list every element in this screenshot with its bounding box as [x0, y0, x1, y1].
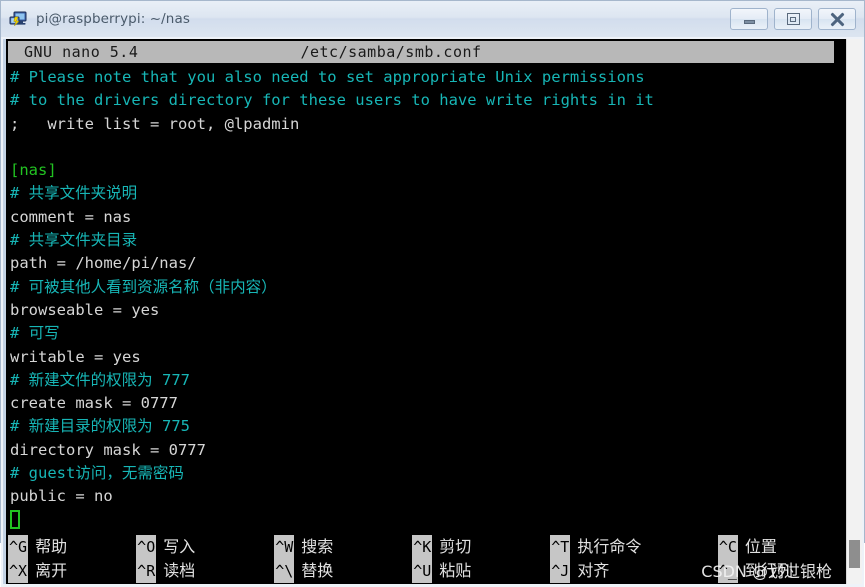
shortcut-label: 执行命令 — [577, 536, 642, 556]
shortcut-row[interactable]: ^\ 替换 — [274, 558, 412, 583]
shortcut-key: ^C — [717, 534, 738, 559]
shortcut-key: ^G — [8, 534, 29, 559]
window-client-area: GNU nano 5.4 /etc/samba/smb.conf # Pleas… — [1, 37, 864, 587]
shortcut-label: 离开 — [35, 560, 68, 580]
shortcut-label: 帮助 — [35, 536, 68, 556]
editor-line: ; write list = root, @lpadmin — [10, 114, 300, 133]
shortcut-row[interactable]: ^U 粘贴 — [412, 558, 550, 583]
editor-line: # guest访问，无需密码 — [10, 464, 184, 483]
maximize-icon — [786, 13, 800, 25]
editor-line: directory mask = 0777 — [10, 440, 206, 459]
editor-line: path = /home/pi/nas/ — [10, 254, 197, 273]
close-button[interactable] — [818, 8, 856, 30]
shortcut-key: ^K — [412, 534, 433, 559]
editor-cursor-line — [10, 509, 846, 532]
nano-header-bar: GNU nano 5.4 /etc/samba/smb.conf — [8, 41, 834, 63]
minimize-icon — [743, 19, 755, 24]
shortcut-row[interactable]: ^_ 到行列 — [717, 558, 846, 583]
shortcut-key: ^\ — [274, 558, 295, 583]
shortcut-row[interactable]: ^W 搜索 — [274, 534, 412, 559]
shortcut-row[interactable]: ^J 对齐 — [550, 558, 718, 583]
editor-line: public = no — [10, 487, 113, 506]
editor-line: [nas] — [10, 161, 57, 180]
shortcut-row[interactable]: ^O 写入 — [136, 534, 274, 559]
shortcut-label: 到行列 — [744, 560, 793, 580]
shortcut-label: 位置 — [744, 536, 777, 556]
shortcut-row[interactable]: ^T 执行命令 — [550, 534, 718, 559]
editor-line: create mask = 0777 — [10, 394, 178, 413]
shortcut-group: ^W 搜索 ^\ 替换 — [274, 534, 412, 584]
close-icon — [830, 12, 844, 26]
editor-line: # to the drivers directory for these use… — [10, 91, 654, 110]
shortcut-row[interactable]: ^R 读档 — [136, 558, 274, 583]
window-controls — [730, 8, 856, 30]
text-cursor — [10, 509, 20, 529]
shortcut-label: 剪切 — [439, 536, 472, 556]
shortcut-key: ^R — [136, 558, 157, 583]
shortcut-group: ^K 剪切 ^U 粘贴 — [412, 534, 550, 584]
shortcut-key: ^U — [412, 558, 433, 583]
shortcut-label: 替换 — [301, 560, 334, 580]
shortcut-key: ^_ — [717, 558, 738, 583]
window-titlebar[interactable]: pi@raspberrypi: ~/nas — [1, 1, 864, 37]
shortcut-group: ^O 写入 ^R 读档 — [136, 534, 274, 584]
shortcut-key: ^W — [274, 534, 295, 559]
maximize-button[interactable] — [774, 8, 812, 30]
editor-line: # Please note that you also need to set … — [10, 68, 645, 86]
shortcut-label: 对齐 — [577, 560, 610, 580]
editor-line: # 共享文件夹目录 — [10, 231, 138, 250]
nano-editor-text[interactable]: # Please note that you also need to set … — [6, 63, 846, 532]
shortcut-row[interactable]: ^C 位置 — [717, 534, 846, 559]
shortcut-key: ^X — [8, 558, 29, 583]
scrollbar-thumb[interactable] — [849, 539, 860, 568]
editor-line: # 可写 — [10, 324, 60, 343]
editor-line: # 新建目录的权限为 775 — [10, 417, 190, 436]
shortcut-row[interactable]: ^G 帮助 — [8, 534, 136, 559]
window-title: pi@raspberrypi: ~/nas — [36, 11, 190, 27]
editor-line: comment = nas — [10, 207, 132, 226]
nano-filename-label: /etc/samba/smb.conf — [300, 43, 482, 61]
shortcut-key: ^J — [550, 558, 571, 583]
terminal-scrollbar[interactable] — [846, 39, 862, 584]
shortcut-group: ^G 帮助 ^X 离开 — [8, 534, 136, 584]
shortcut-group: ^C 位置 ^_ 到行列 — [717, 534, 846, 584]
shortcut-key: ^O — [136, 534, 157, 559]
editor-line: # 可被其他人看到资源名称（非内容） — [10, 277, 277, 296]
shortcut-key: ^T — [550, 534, 571, 559]
shortcut-group: ^T 执行命令 ^J 对齐 — [550, 534, 718, 584]
nano-shortcut-bar: ^G 帮助 ^X 离开 ^O 写入 ^R 读档 ^W 搜索 ^\ 替换 ^K 剪切 ^U 粘贴 ^T 执行命令 ^J… — [6, 531, 846, 584]
editor-line: browseable = yes — [10, 300, 160, 319]
putty-window: pi@raspberrypi: ~/nas GNU nano 5.4 /etc/… — [0, 0, 865, 587]
shortcut-label: 搜索 — [301, 536, 334, 556]
shortcut-row[interactable]: ^K 剪切 — [412, 534, 550, 559]
minimize-button[interactable] — [730, 8, 768, 30]
putty-computer-icon — [9, 9, 29, 29]
shortcut-label: 读档 — [163, 560, 196, 580]
editor-line: writable = yes — [10, 347, 141, 366]
editor-line: # 新建文件的权限为 777 — [10, 370, 190, 389]
terminal-screen[interactable]: GNU nano 5.4 /etc/samba/smb.conf # Pleas… — [3, 39, 846, 584]
shortcut-label: 写入 — [163, 536, 196, 556]
shortcut-label: 粘贴 — [439, 560, 472, 580]
editor-line: # 共享文件夹说明 — [10, 184, 138, 203]
shortcut-row[interactable]: ^X 离开 — [8, 558, 136, 583]
